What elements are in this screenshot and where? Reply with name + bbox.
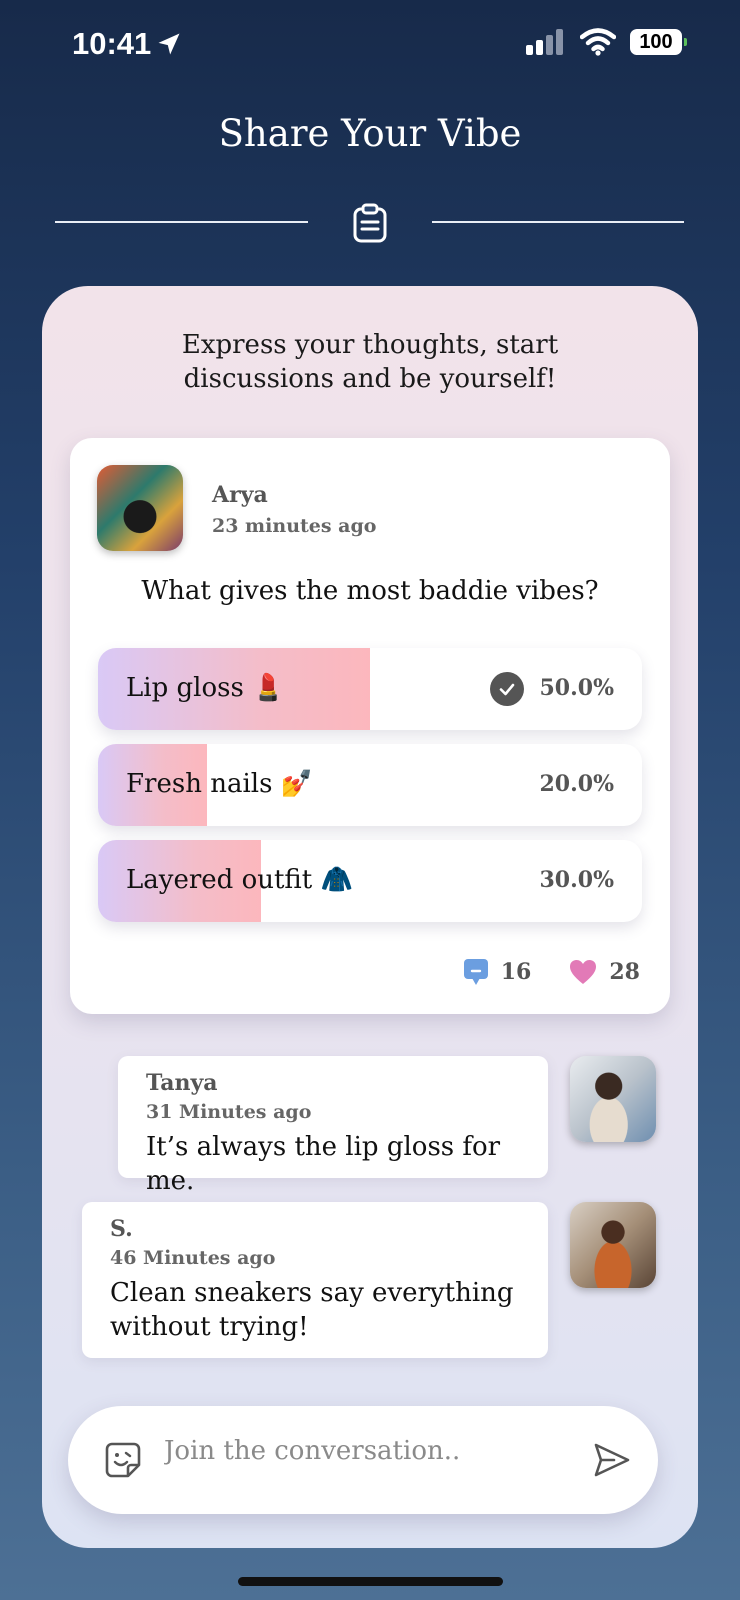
comment-card-s: S. 46 Minutes ago Clean sneakers say eve… <box>82 1202 548 1358</box>
divider-right <box>432 221 684 223</box>
poll-option-percent: 50.0% <box>539 675 615 701</box>
panel-subtitle: Express your thoughts, start discussions… <box>42 328 698 396</box>
emoji-sticker-icon[interactable] <box>104 1441 142 1479</box>
commenter-avatar-s[interactable] <box>570 1202 656 1288</box>
commenter-avatar-tanya[interactable] <box>570 1056 656 1142</box>
likes-stat[interactable]: 28 <box>569 959 640 985</box>
poll-option-fresh-nails[interactable]: Fresh nails 💅 20.0% <box>98 744 642 826</box>
author-avatar[interactable] <box>97 465 183 551</box>
comment-author[interactable]: Tanya <box>146 1070 218 1096</box>
time-label: 10:41 <box>72 26 152 61</box>
poll-option-label: Lip gloss 💄 <box>126 673 285 703</box>
likes-count: 28 <box>609 959 640 985</box>
signal-icon <box>526 29 563 55</box>
divider-left <box>55 221 308 223</box>
comment-text-line-2: without trying! <box>110 1312 309 1342</box>
poll-option-layered-outfit[interactable]: Layered outfit 🧥 30.0% <box>98 840 642 922</box>
comment-icon <box>463 959 488 985</box>
author-name[interactable]: Arya <box>212 482 268 508</box>
comment-author[interactable]: S. <box>110 1216 133 1242</box>
poll-option-label: Fresh nails 💅 <box>126 769 314 799</box>
comment-input[interactable] <box>164 1436 574 1466</box>
subtitle-line-1: Express your thoughts, start <box>181 330 559 360</box>
page-title: Share Your Vibe <box>218 112 522 155</box>
poll-question: What gives the most baddie vibes? <box>141 576 599 606</box>
clipboard-icon <box>353 203 387 243</box>
send-icon[interactable] <box>592 1440 632 1480</box>
check-circle-icon <box>490 672 524 706</box>
comment-text: It’s always the lip gloss for me. <box>146 1132 501 1196</box>
comments-stat[interactable]: 16 <box>463 958 532 986</box>
feed-panel: Express your thoughts, start discussions… <box>42 286 698 1548</box>
post-stats: 16 28 <box>463 958 640 986</box>
post-time: 23 minutes ago <box>212 515 377 537</box>
poll-option-lip-gloss[interactable]: Lip gloss 💄 50.0% <box>98 648 642 730</box>
status-indicators: 100 <box>526 28 687 56</box>
poll-option-percent: 20.0% <box>539 771 615 797</box>
comment-composer <box>68 1406 658 1514</box>
wifi-icon <box>580 28 616 56</box>
comment-card-tanya: Tanya 31 Minutes ago It’s always the lip… <box>118 1056 548 1196</box>
comment-time: 46 Minutes ago <box>110 1247 276 1269</box>
battery-level: 100 <box>639 30 673 53</box>
home-indicator <box>238 1577 503 1586</box>
comments-count: 16 <box>500 959 532 985</box>
poll-post-card: Arya 23 minutes ago What gives the most … <box>70 438 670 1014</box>
status-time: 10:41 <box>72 26 183 62</box>
poll-option-label: Layered outfit 🧥 <box>126 865 353 895</box>
poll-option-percent: 30.0% <box>539 867 615 893</box>
location-arrow-icon <box>158 33 180 55</box>
comment-time: 31 Minutes ago <box>146 1101 312 1123</box>
comment-text: Clean sneakers say everything without tr… <box>110 1276 514 1344</box>
subtitle-line-2: discussions and be yourself! <box>183 364 557 394</box>
status-bar: 10:41 100 <box>0 0 740 90</box>
heart-icon <box>570 960 597 984</box>
comment-text-line-1: Clean sneakers say everything <box>110 1278 514 1308</box>
battery-indicator: 100 <box>630 29 687 55</box>
